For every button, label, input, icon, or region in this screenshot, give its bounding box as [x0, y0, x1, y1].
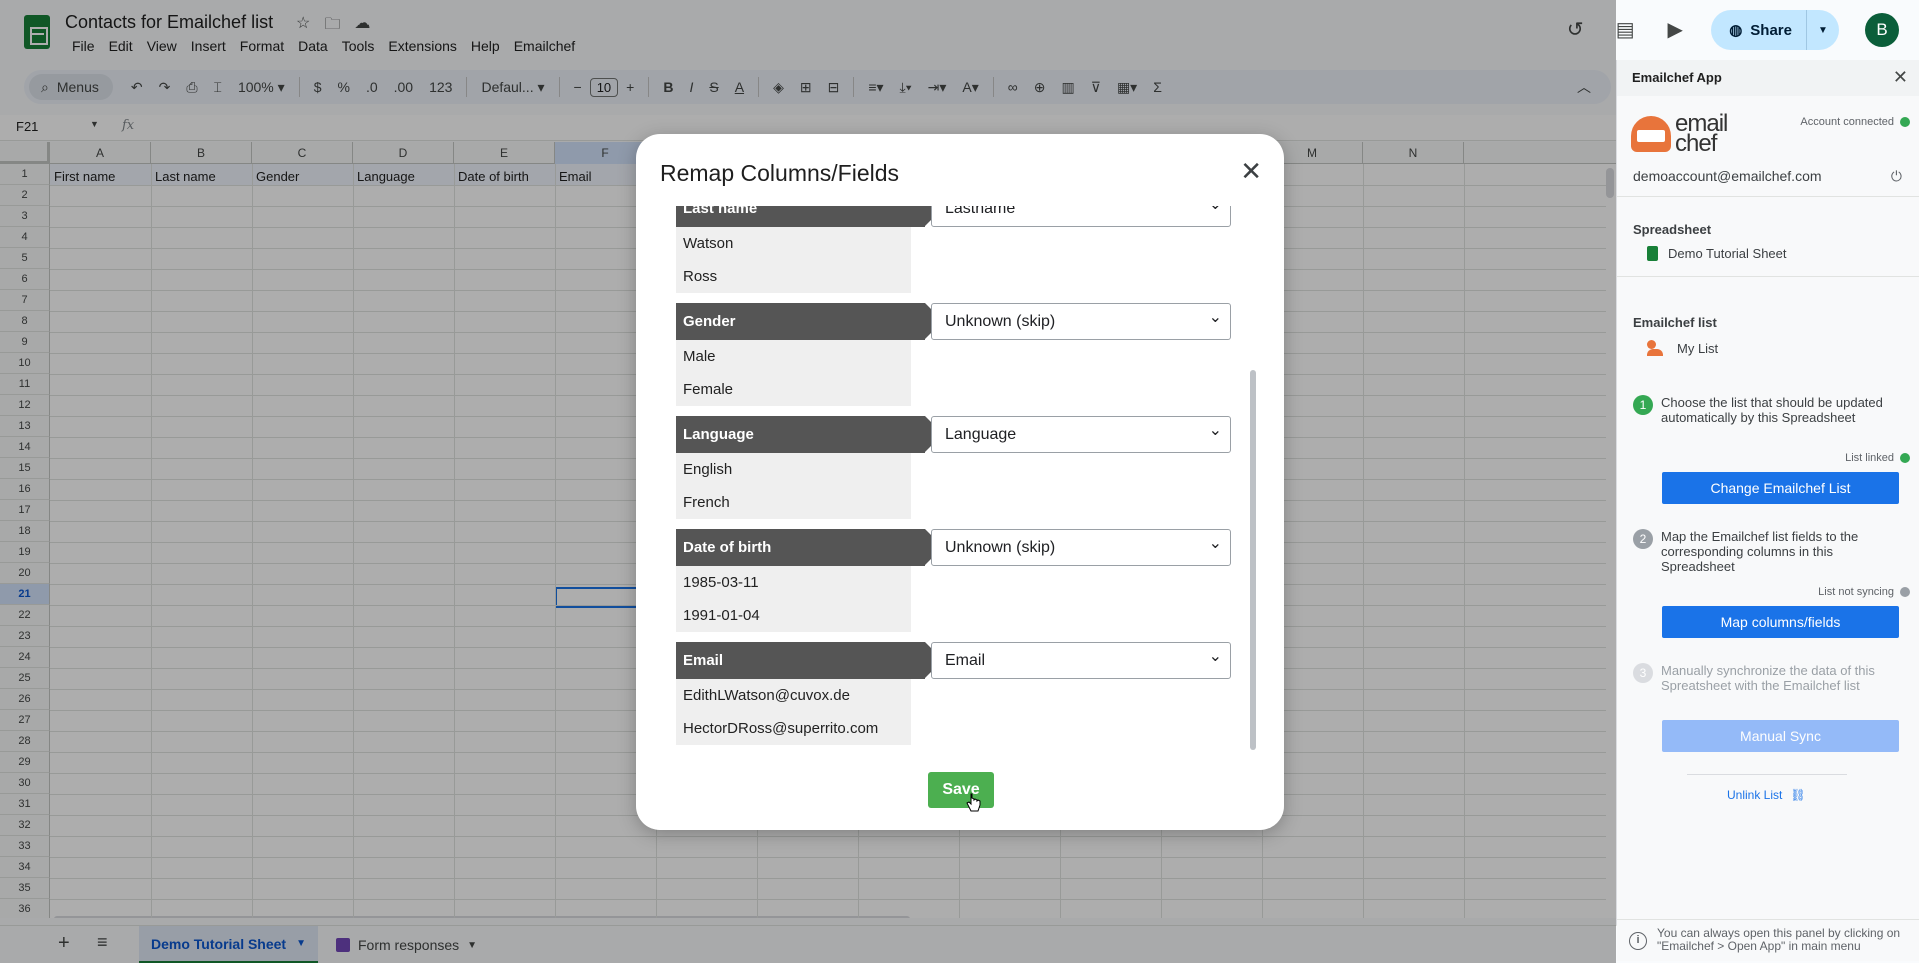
field-mapping-value: Unknown (skip)	[945, 313, 1056, 330]
step-text: Manually synchronize the data of this Sp…	[1661, 663, 1875, 693]
list-linked-status: List linked	[1845, 452, 1910, 464]
share-button[interactable]: ◍ Share ▼	[1711, 10, 1839, 50]
step-1: 1 Choose the list that should be updated…	[1633, 395, 1903, 425]
list-name: My List	[1677, 340, 1719, 356]
side-panel-header: Emailchef App ✕	[1617, 60, 1919, 96]
footer-hint: You can always open this panel by clicki…	[1657, 926, 1901, 953]
account-status: Account connected	[1800, 116, 1910, 128]
close-icon[interactable]: ✕	[1893, 67, 1908, 88]
field-name: Language	[676, 416, 943, 453]
power-icon[interactable]: ⏻	[1891, 168, 1902, 185]
spreadsheet-heading: Spreadsheet	[1633, 222, 1712, 237]
field-name: Gender	[676, 303, 943, 340]
side-panel-title: Emailchef App	[1632, 70, 1722, 85]
sheet-icon	[1647, 246, 1658, 261]
status-dot-icon	[1900, 587, 1910, 597]
field-name: Date of birth	[676, 529, 943, 566]
step-number: 3	[1633, 663, 1653, 683]
field-mapping-select[interactable]: Language	[931, 413, 1231, 453]
step-text: Map the Emailchef list fields to the cor…	[1661, 529, 1859, 574]
field-name: Email	[676, 642, 943, 679]
sample-value: Male	[676, 340, 911, 373]
field-mapping-list[interactable]: Last nameLastnameWatsonRossGenderUnknown…	[676, 206, 1246, 754]
field-name: Last name	[676, 206, 943, 227]
sample-value: EdithLWatson@cuvox.de	[676, 679, 911, 712]
side-panel-body: email chef Account connected demoaccount…	[1617, 96, 1919, 961]
field-mapping-select[interactable]: Email	[931, 639, 1231, 679]
unlink-list-link[interactable]: Unlink List ⛓	[1727, 788, 1806, 802]
globe-icon: ◍	[1729, 22, 1743, 39]
field-mapping-value: Email	[945, 652, 986, 669]
share-main[interactable]: ◍ Share	[1711, 10, 1807, 50]
emailchef-list-heading: Emailchef list	[1633, 315, 1717, 330]
account-email: demoaccount@emailchef.com	[1633, 168, 1822, 184]
field-mapping-select[interactable]: Unknown (skip)	[931, 300, 1231, 340]
chef-hat-icon	[1631, 116, 1671, 152]
emailchef-logo: email chef	[1631, 112, 1728, 157]
avatar[interactable]: B	[1865, 13, 1899, 47]
side-panel-footer: i You can always open this panel by clic…	[1617, 919, 1919, 961]
account-status-label: Account connected	[1800, 116, 1894, 128]
spreadsheet-item: Demo Tutorial Sheet	[1647, 246, 1787, 261]
field-mapping-select[interactable]: Unknown (skip)	[931, 526, 1231, 566]
people-icon	[1647, 340, 1667, 356]
field-mapping-value: Language	[945, 426, 1017, 443]
sample-value: French	[676, 486, 911, 519]
step-text: Choose the list that should be updated a…	[1661, 395, 1883, 425]
sample-value: 1985-03-11	[676, 566, 911, 599]
sample-value: Watson	[676, 227, 911, 260]
close-icon[interactable]: ✕	[1240, 158, 1262, 184]
unlink-label: Unlink List	[1727, 788, 1783, 802]
sample-value: English	[676, 453, 911, 486]
divider	[1687, 774, 1847, 775]
field-mapping-value: Unknown (skip)	[945, 539, 1056, 556]
info-icon: i	[1629, 932, 1647, 950]
sample-value: Ross	[676, 260, 911, 293]
share-label: Share	[1750, 21, 1792, 39]
spreadsheet-name: Demo Tutorial Sheet	[1668, 246, 1787, 261]
dialog-title: Remap Columns/Fields	[660, 160, 900, 186]
status-label: List linked	[1845, 452, 1894, 464]
share-dropdown-icon[interactable]: ▼	[1807, 25, 1839, 36]
change-emailchef-list-button[interactable]: Change Emailchef List	[1662, 472, 1899, 504]
field-mapping-select[interactable]: Lastname	[931, 206, 1231, 227]
status-dot-icon	[1900, 453, 1910, 463]
map-columns-fields-button[interactable]: Map columns/fields	[1662, 606, 1899, 638]
status-dot-icon	[1900, 117, 1910, 127]
divider	[1617, 276, 1919, 277]
manual-sync-button[interactable]: Manual Sync	[1662, 720, 1899, 752]
sample-value: HectorDRoss@superrito.com	[676, 712, 911, 745]
remap-columns-dialog: Remap Columns/Fields ✕ Last name Lastname…	[636, 134, 1284, 830]
sync-status: List not syncing	[1818, 586, 1910, 598]
step-2: 2 Map the Emailchef list fields to the c…	[1633, 529, 1903, 574]
emailchef-side-panel: Emailchef App ✕ email chef Account conne…	[1616, 60, 1919, 961]
divider	[1617, 196, 1919, 197]
step-number: 1	[1633, 395, 1653, 415]
step-3: 3 Manually synchronize the data of this …	[1633, 663, 1903, 693]
field-mapping-value: Lastname	[945, 206, 1016, 217]
sample-value: 1991-01-04	[676, 599, 911, 632]
meet-icon[interactable]: ▶	[1661, 16, 1689, 44]
list-item: My List	[1647, 340, 1718, 356]
sample-value: Female	[676, 373, 911, 406]
status-label: List not syncing	[1818, 586, 1894, 598]
step-number: 2	[1633, 529, 1653, 549]
pointer-cursor-icon	[966, 793, 981, 812]
logo-text: email chef	[1675, 112, 1728, 157]
dialog-scrollbar-thumb[interactable]	[1250, 370, 1256, 750]
unlink-icon: ⛓	[1790, 788, 1806, 802]
save-button[interactable]: Save	[928, 772, 994, 808]
logo-line-2: chef	[1675, 130, 1717, 157]
